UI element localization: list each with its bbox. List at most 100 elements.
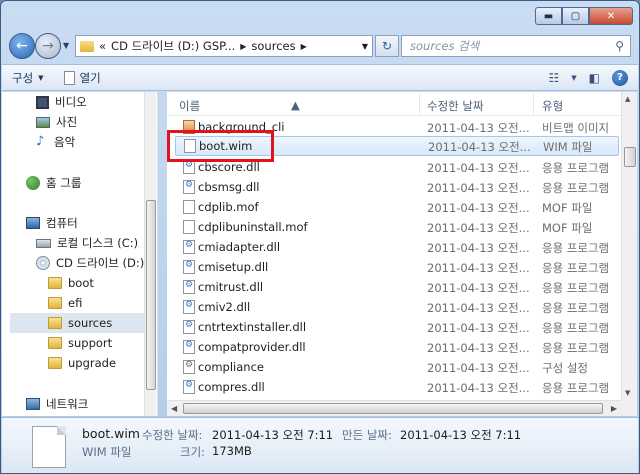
nav-item-upgrade[interactable]: upgrade xyxy=(48,353,116,373)
file-type: 응용 프로그램 xyxy=(542,261,610,275)
file-row[interactable]: compres.dll 2011-04-13 오전... 응용 프로그램 xyxy=(167,377,619,397)
file-row[interactable]: cdplibuninstall.mof 2011-04-13 오전... MOF… xyxy=(167,217,619,237)
file-name: compres.dll xyxy=(198,380,265,394)
refresh-button[interactable]: ↻ xyxy=(375,35,399,57)
nav-item-label: 네트워크 xyxy=(46,397,89,411)
file-date: 2011-04-13 오전... xyxy=(427,321,530,335)
nav-item-label: 비디오 xyxy=(55,95,87,109)
file-list-vertical-scrollbar[interactable]: ▲ ▼ xyxy=(621,92,637,400)
nav-item-local-disk[interactable]: 로컬 디스크 (C:) xyxy=(36,233,138,253)
settings-file-icon xyxy=(183,360,195,374)
arrow-left-icon: ← xyxy=(16,38,28,54)
refresh-icon: ↻ xyxy=(381,39,393,53)
details-created-label: 만든 날짜: xyxy=(342,428,392,442)
breadcrumb-overflow[interactable]: « xyxy=(99,39,106,53)
music-icon: ♪ xyxy=(36,134,45,149)
nav-scrollbar[interactable] xyxy=(144,92,156,416)
nav-item-efi[interactable]: efi xyxy=(48,293,82,313)
scroll-right-icon[interactable]: ▶ xyxy=(611,404,617,413)
search-input[interactable]: sources 검색 ⚲ xyxy=(401,35,631,57)
nav-item-videos[interactable]: 비디오 xyxy=(36,92,87,112)
back-button[interactable]: ← xyxy=(9,33,35,59)
chevron-right-icon[interactable]: ▶ xyxy=(240,42,246,51)
column-header-name[interactable]: 이름 xyxy=(179,98,200,114)
breadcrumb-segment-drive[interactable]: CD 드라이브 (D:) GSP... xyxy=(111,38,235,54)
dll-file-icon xyxy=(183,320,195,334)
nav-item-sources[interactable]: sources xyxy=(10,313,148,333)
file-row[interactable]: cdplib.mof 2011-04-13 오전... MOF 파일 xyxy=(167,197,619,217)
dll-file-icon xyxy=(183,300,195,314)
nav-item-computer[interactable]: 컴퓨터 xyxy=(26,213,78,233)
scroll-down-icon[interactable]: ▼ xyxy=(625,389,630,397)
column-header-type[interactable]: 유형 xyxy=(542,98,563,114)
nav-item-support[interactable]: support xyxy=(48,333,112,353)
nav-item-homegroup[interactable]: 홈 그룹 xyxy=(26,173,81,193)
file-icon xyxy=(183,200,195,214)
column-divider[interactable] xyxy=(533,94,534,114)
preview-pane-icon[interactable]: ◧ xyxy=(589,71,600,85)
folder-icon xyxy=(48,297,62,309)
open-button[interactable]: 열기 xyxy=(54,70,111,86)
close-button[interactable]: ✕ xyxy=(589,7,633,25)
forward-button[interactable]: → xyxy=(35,33,61,59)
file-name: cmisetup.dll xyxy=(198,260,269,274)
vertical-scrollbar-thumb[interactable] xyxy=(624,147,636,167)
file-row[interactable]: compatprovider.dll 2011-04-13 오전... 응용 프… xyxy=(167,337,619,357)
chevron-right-icon[interactable]: ▶ xyxy=(301,42,307,51)
computer-icon xyxy=(26,217,40,229)
file-date: 2011-04-13 오전... xyxy=(427,181,530,195)
file-date: 2011-04-13 오전... xyxy=(427,161,530,175)
nav-scrollbar-thumb[interactable] xyxy=(146,200,156,390)
column-header-date[interactable]: 수정한 날짜 xyxy=(427,98,484,114)
chevron-down-icon[interactable]: ▼ xyxy=(362,42,368,51)
folder-icon xyxy=(48,277,62,289)
file-type: MOF 파일 xyxy=(542,201,593,215)
file-date: 2011-04-13 오전... xyxy=(427,341,530,355)
file-row[interactable]: cmitrust.dll 2011-04-13 오전... 응용 프로그램 xyxy=(167,277,619,297)
scroll-up-icon[interactable]: ▲ xyxy=(625,95,630,103)
recent-pages-dropdown[interactable]: ▼ xyxy=(63,41,69,50)
file-icon xyxy=(183,220,195,234)
details-modified-value: 2011-04-13 오전 7:11 xyxy=(212,428,334,442)
file-row[interactable]: compliance 2011-04-13 오전... 구성 설정 xyxy=(167,357,619,377)
file-name: cmiv2.dll xyxy=(198,300,251,314)
view-options-icon[interactable]: ☷ xyxy=(549,71,560,85)
file-row[interactable]: cmisetup.dll 2011-04-13 오전... 응용 프로그램 xyxy=(167,257,619,277)
folder-icon xyxy=(48,357,62,369)
breadcrumb-segment-sources[interactable]: sources xyxy=(251,39,295,53)
file-type: 응용 프로그램 xyxy=(542,181,610,195)
nav-item-network[interactable]: 네트워크 xyxy=(26,394,88,414)
file-row[interactable]: cmiv2.dll 2011-04-13 오전... 응용 프로그램 xyxy=(167,297,619,317)
chevron-down-icon: ▼ xyxy=(38,73,44,82)
drive-icon xyxy=(36,238,51,248)
organize-button[interactable]: 구성 ▼ xyxy=(2,70,54,86)
file-date: 2011-04-13 오전... xyxy=(427,261,530,275)
nav-item-music[interactable]: ♪ 음악 xyxy=(36,132,75,152)
file-row[interactable]: cmiadapter.dll 2011-04-13 오전... 응용 프로그램 xyxy=(167,237,619,257)
file-type: 응용 프로그램 xyxy=(542,341,610,355)
file-list-horizontal-scrollbar[interactable]: ◀ ▶ xyxy=(167,400,621,416)
nav-item-cd-drive[interactable]: CD 드라이브 (D:) xyxy=(36,253,144,273)
column-header-row: ▲ 이름 수정한 날짜 유형 xyxy=(167,92,637,116)
minimize-button[interactable]: ▬ xyxy=(535,7,562,25)
details-size-value: 173MB xyxy=(212,444,252,458)
chevron-down-icon[interactable]: ▼ xyxy=(571,74,576,82)
file-name: compatprovider.dll xyxy=(198,340,306,354)
file-date: 2011-04-13 오전... xyxy=(427,221,530,235)
help-icon[interactable]: ? xyxy=(612,69,628,86)
address-bar[interactable]: « CD 드라이브 (D:) GSP... ▶ sources ▶ ▼ xyxy=(75,35,373,57)
details-pane: boot.wim WIM 파일 수정한 날짜: 2011-04-13 오전 7:… xyxy=(2,417,638,473)
file-row[interactable]: cntrtextinstaller.dll 2011-04-13 오전... 응… xyxy=(167,317,619,337)
horizontal-scrollbar-thumb[interactable] xyxy=(183,403,603,414)
nav-item-pictures[interactable]: 사진 xyxy=(36,112,77,132)
scroll-left-icon[interactable]: ◀ xyxy=(171,404,177,413)
document-icon xyxy=(63,70,75,85)
folder-icon xyxy=(80,40,94,52)
maximize-button[interactable]: ▢ xyxy=(562,7,589,25)
column-divider[interactable] xyxy=(419,94,420,114)
search-icon[interactable]: ⚲ xyxy=(615,39,624,53)
dll-file-icon xyxy=(183,240,195,254)
nav-item-boot[interactable]: boot xyxy=(48,273,94,293)
search-placeholder: sources 검색 xyxy=(410,39,480,53)
file-row[interactable]: cbsmsg.dll 2011-04-13 오전... 응용 프로그램 xyxy=(167,177,619,197)
